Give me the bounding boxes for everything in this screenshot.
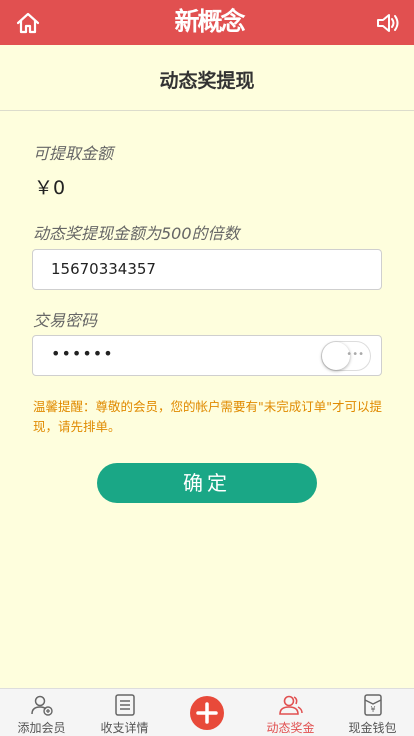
page-title: 动态奖提现	[0, 45, 414, 111]
add-user-icon	[31, 695, 53, 716]
phone-field[interactable]: 15670334357	[32, 249, 382, 290]
app-logo: 新概念	[172, 3, 246, 43]
password-input[interactable]: ••••••	[51, 344, 114, 363]
tab-cash-wallet[interactable]: ¥ 现金钱包	[331, 689, 414, 736]
notice-text: 温馨提醒：尊敬的会员，您的帐户需要有"未完成订单"才可以提现，请先排单。	[33, 399, 383, 434]
tab-label: 添加会员	[17, 721, 66, 735]
tab-income-details[interactable]: 收支详情	[83, 689, 166, 736]
list-icon	[115, 694, 135, 716]
tab-label: 现金钱包	[348, 721, 397, 735]
show-password-toggle[interactable]: •••	[321, 341, 371, 371]
top-bar: 新概念	[0, 0, 414, 45]
phone-input[interactable]: 15670334357	[51, 260, 331, 278]
tab-dynamic-bonus[interactable]: 动态奖金	[249, 689, 332, 736]
svg-text:¥: ¥	[370, 705, 375, 714]
users-icon	[279, 695, 303, 715]
available-amount-value: ￥0	[34, 177, 66, 199]
speaker-icon[interactable]	[374, 9, 402, 37]
wallet-icon: ¥	[364, 694, 382, 716]
plus-icon	[196, 702, 218, 724]
tab-label: 收支详情	[100, 721, 149, 735]
tab-label: 动态奖金	[266, 721, 315, 735]
withdraw-multiple-label: 动态奖提现金额为500的倍数	[33, 224, 240, 243]
logo-text: 新概念	[174, 7, 245, 36]
password-field[interactable]: •••••• •••	[32, 335, 382, 376]
tab-add-member[interactable]: 添加会员	[0, 689, 83, 736]
toggle-dots-icon: •••	[346, 349, 364, 360]
home-icon[interactable]	[14, 9, 42, 37]
plus-button[interactable]	[190, 696, 224, 730]
password-label: 交易密码	[33, 311, 98, 330]
available-amount-label: 可提取金额	[33, 144, 114, 163]
confirm-button[interactable]: 确定	[97, 463, 317, 503]
